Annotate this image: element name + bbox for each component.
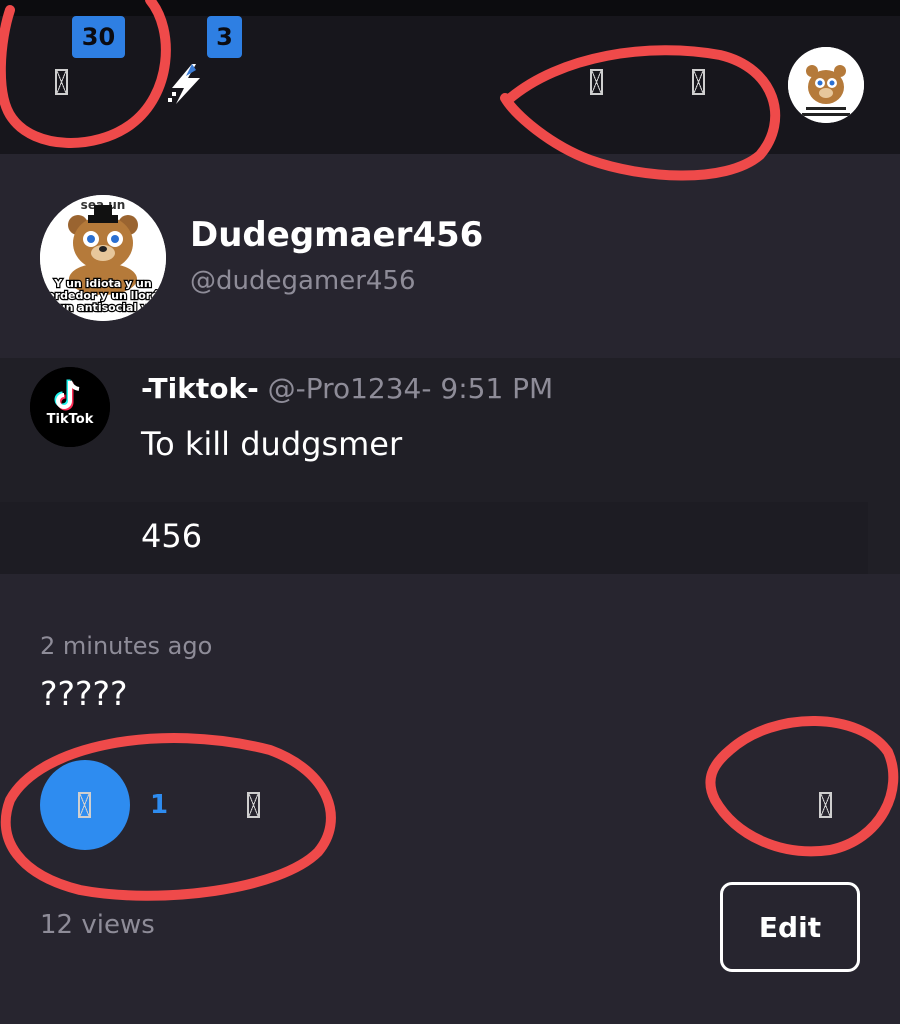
annotation-circle-bottom-right — [705, 716, 899, 857]
tiktok-avatar[interactable]: TikTok — [30, 367, 110, 447]
quoted-author-handle: @-Pro1234- — [267, 372, 432, 405]
quoted-post-sub-box — [0, 502, 868, 574]
quoted-post-time: 9:51 PM — [440, 372, 554, 405]
svg-text:TikTok: TikTok — [47, 412, 94, 427]
edit-button[interactable]: Edit — [720, 882, 860, 972]
quoted-author-name[interactable]: -Tiktok- — [141, 372, 259, 405]
profile-display-name[interactable]: Dudegmaer456 — [190, 215, 483, 255]
notification-badge: 30 — [72, 16, 125, 58]
post-text: ????? — [40, 674, 128, 713]
lightning-logo-icon[interactable] — [166, 62, 206, 106]
profile-handle: @dudegamer456 — [190, 266, 416, 296]
view-count: 12 views — [40, 910, 155, 940]
profile-avatar[interactable]: sea un Y un idiota y un perdedor y un ll… — [40, 195, 166, 321]
svg-text:un antisocial y: un antisocial y — [58, 301, 148, 314]
inbox-icon[interactable] — [692, 69, 705, 95]
post-timestamp: 2 minutes ago — [40, 632, 213, 660]
quoted-post-sub-text: 456 — [141, 517, 203, 555]
notifications-icon[interactable] — [55, 69, 68, 95]
tiktok-logo-icon: TikTok — [30, 367, 110, 447]
quoted-post-text: To kill dudgsmer — [141, 425, 403, 463]
app-header — [0, 16, 900, 154]
header-avatar[interactable] — [788, 47, 864, 123]
quoted-post-author: -Tiktok- @-Pro1234- 9:51 PM — [141, 372, 553, 405]
like-icon — [78, 792, 91, 818]
status-strip — [0, 0, 900, 16]
share-icon[interactable] — [247, 792, 260, 818]
message-badge: 3 — [207, 16, 242, 58]
like-button[interactable] — [40, 760, 130, 850]
search-icon[interactable] — [590, 69, 603, 95]
like-count: 1 — [150, 790, 169, 820]
more-icon[interactable] — [819, 792, 832, 818]
